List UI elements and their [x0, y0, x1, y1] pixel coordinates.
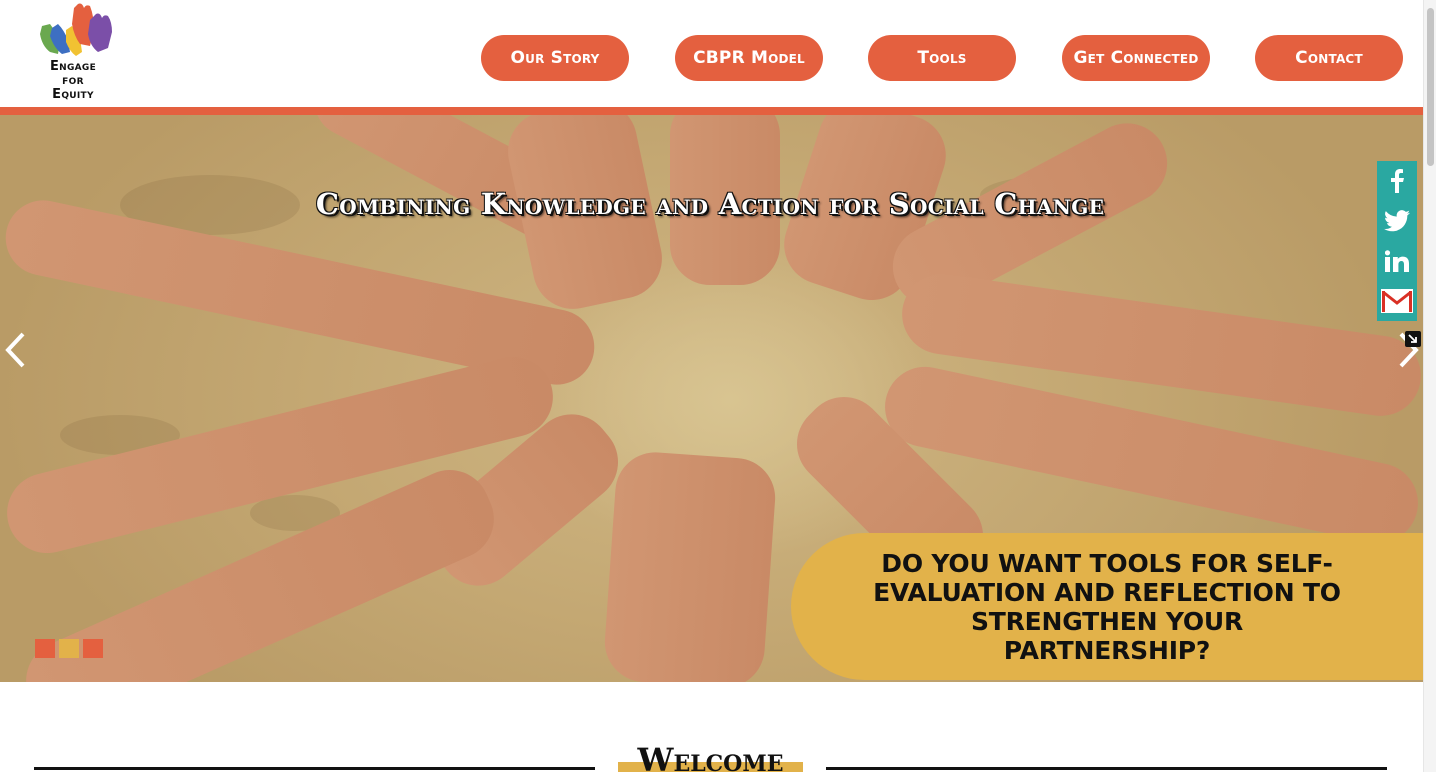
gmail-icon: [1381, 289, 1413, 313]
slide-dot-3[interactable]: [83, 639, 103, 658]
welcome-rule-left: [34, 767, 595, 770]
linkedin-icon: [1385, 250, 1409, 272]
hero-title: Combining Knowledge and Action for Socia…: [315, 187, 1105, 221]
facebook-share-button[interactable]: [1377, 161, 1417, 201]
slider-prev-button[interactable]: [0, 330, 30, 374]
nav-tools-button[interactable]: Tools: [868, 35, 1016, 81]
nav-contact-button[interactable]: Contact: [1255, 35, 1403, 81]
nav-cbpr-model-button[interactable]: CBPR Model: [675, 35, 823, 81]
linkedin-share-button[interactable]: [1377, 241, 1417, 281]
hero-slider[interactable]: Combining Knowledge and Action for Socia…: [0, 115, 1423, 682]
twitter-share-button[interactable]: [1377, 201, 1417, 241]
page-scrollbar[interactable]: [1423, 0, 1436, 772]
nav-our-story-button[interactable]: Our Story: [481, 35, 629, 81]
twitter-icon: [1384, 210, 1410, 232]
nav-get-connected-button[interactable]: Get Connected: [1062, 35, 1210, 81]
chevron-left-icon: [5, 332, 25, 368]
welcome-heading: Welcome: [637, 741, 784, 772]
social-share-rail: [1377, 161, 1417, 321]
slider-pagination: [35, 639, 103, 658]
logo-line-equity: Equity: [52, 87, 94, 102]
slide-dot-2[interactable]: [59, 639, 79, 658]
share-toggle-button[interactable]: [1405, 331, 1421, 347]
header-divider: [0, 107, 1423, 115]
self-evaluation-cta[interactable]: Do you want tools for self-evaluation an…: [791, 533, 1423, 680]
facebook-icon: [1391, 169, 1404, 193]
arrow-down-right-icon: [1408, 334, 1417, 343]
cta-text: Do you want tools for self-evaluation an…: [873, 548, 1341, 665]
welcome-rule-right: [826, 767, 1387, 770]
site-header: Engage for Equity Our Story CBPR Model T…: [0, 0, 1423, 107]
scrollbar-thumb[interactable]: [1427, 8, 1434, 166]
main-nav: Our Story CBPR Model Tools Get Connected…: [0, 35, 1423, 81]
gmail-share-button[interactable]: [1377, 281, 1417, 321]
slide-dot-1[interactable]: [35, 639, 55, 658]
